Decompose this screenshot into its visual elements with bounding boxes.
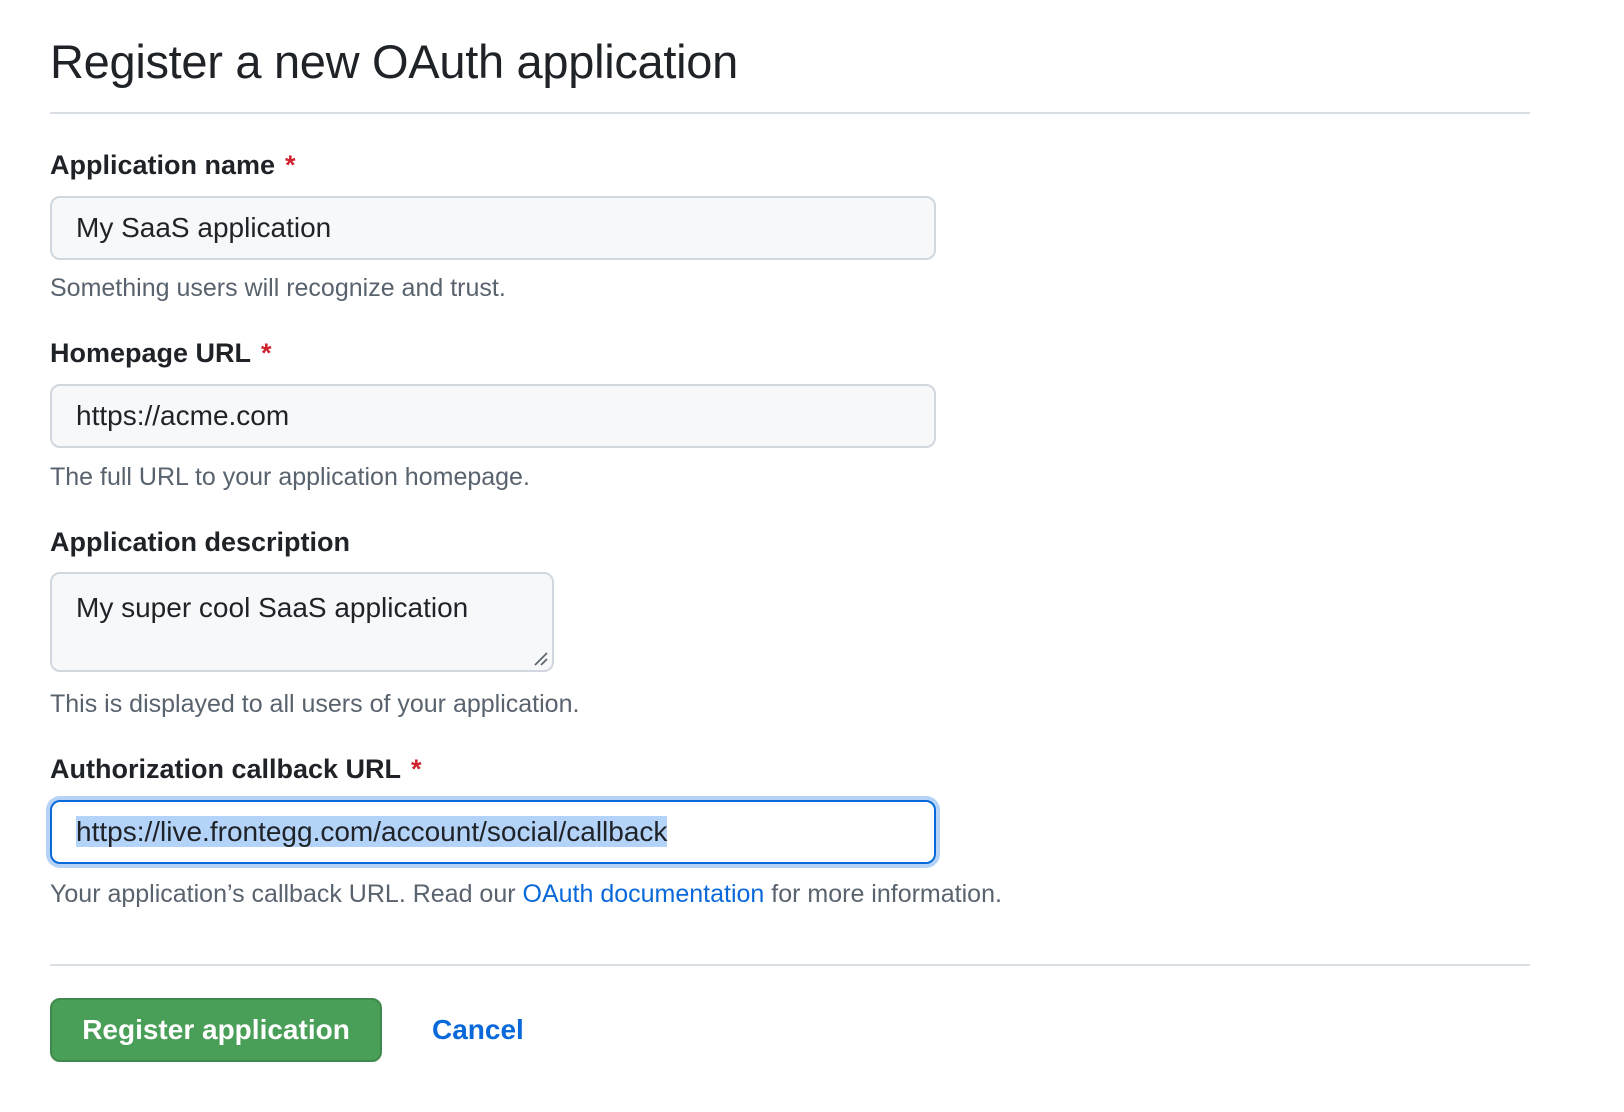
app-name-required-star: *	[285, 150, 296, 180]
callback-url-label-text: Authorization callback URL	[50, 754, 402, 784]
homepage-url-value: https://acme.com	[76, 400, 290, 431]
callback-url-note: Your application’s callback URL. Read ou…	[50, 878, 1002, 910]
app-name-label: Application name *	[50, 148, 296, 182]
callback-url-input[interactable]: https://live.frontegg.com/account/social…	[50, 800, 936, 864]
oauth-documentation-link[interactable]: OAuth documentation	[523, 880, 765, 908]
callback-url-required-star: *	[411, 754, 422, 784]
actions-divider	[50, 964, 1530, 966]
description-label: Application description	[50, 525, 350, 559]
homepage-url-label: Homepage URL *	[50, 336, 272, 370]
app-name-note: Something users will recognize and trust…	[50, 274, 506, 302]
title-divider	[50, 112, 1530, 114]
app-name-input[interactable]: My SaaS application	[50, 196, 936, 260]
callback-url-label: Authorization callback URL *	[50, 752, 422, 786]
callback-url-note-before: Your application’s callback URL. Read ou…	[50, 880, 523, 908]
register-application-button[interactable]: Register application	[50, 998, 382, 1062]
homepage-url-note: The full URL to your application homepag…	[50, 463, 530, 491]
description-value: My super cool SaaS application	[76, 592, 469, 623]
homepage-url-input[interactable]: https://acme.com	[50, 384, 936, 448]
callback-url-value: https://live.frontegg.com/account/social…	[76, 816, 668, 847]
homepage-url-required-star: *	[261, 338, 272, 368]
description-textarea[interactable]: My super cool SaaS application	[50, 572, 554, 672]
resize-handle-icon[interactable]	[532, 650, 548, 666]
callback-url-note-after: for more information.	[764, 880, 1002, 908]
app-name-label-text: Application name	[50, 150, 276, 180]
app-name-value: My SaaS application	[76, 212, 332, 243]
page-title: Register a new OAuth application	[50, 35, 738, 88]
description-label-text: Application description	[50, 527, 351, 557]
homepage-url-label-text: Homepage URL	[50, 338, 252, 368]
description-note: This is displayed to all users of your a…	[50, 690, 580, 718]
cancel-button[interactable]: Cancel	[422, 998, 524, 1062]
